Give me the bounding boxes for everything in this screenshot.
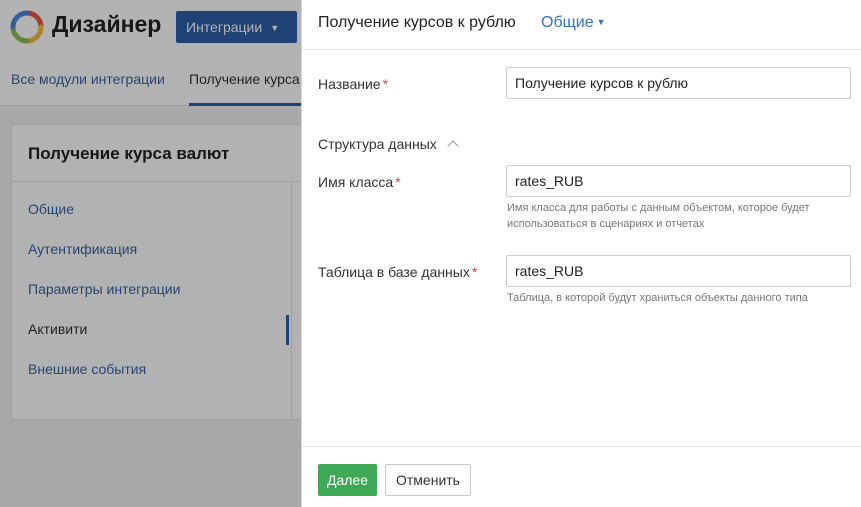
- name-input[interactable]: Получение курсов к рублю: [506, 67, 851, 99]
- class-name-hint: Имя класса для работы с данным объектом,…: [507, 202, 810, 230]
- next-button[interactable]: Далее: [318, 464, 377, 496]
- panel-mode-label: Общие: [541, 14, 594, 31]
- panel-footer: Далее Отменить: [302, 446, 861, 507]
- class-name-label-text: Имя класса: [318, 174, 394, 190]
- name-label-text: Название: [318, 76, 381, 92]
- data-structure-section-toggle[interactable]: Структура данных: [318, 136, 459, 152]
- required-mark: *: [471, 264, 478, 280]
- cancel-button[interactable]: Отменить: [385, 464, 471, 496]
- section-title: Структура данных: [318, 136, 437, 152]
- db-table-label: Таблица в базе данных *: [318, 264, 477, 280]
- panel-header: Получение курсов к рублю Общие ▼: [302, 0, 861, 50]
- class-name-label: Имя класса *: [318, 174, 401, 190]
- panel-mode-dropdown[interactable]: Общие ▼: [541, 14, 606, 32]
- name-label: Название *: [318, 76, 388, 92]
- caret-down-icon: ▼: [596, 17, 606, 27]
- chevron-up-icon: [447, 140, 459, 152]
- panel-title: Получение курсов к рублю: [318, 14, 516, 31]
- required-mark: *: [382, 76, 389, 92]
- side-panel: Получение курсов к рублю Общие ▼ Название…: [301, 0, 861, 507]
- db-table-input[interactable]: rates_RUB: [506, 255, 851, 287]
- db-table-hint: Таблица, в которой будут храниться объек…: [507, 292, 808, 304]
- db-table-label-text: Таблица в базе данных: [318, 264, 470, 280]
- required-mark: *: [395, 174, 401, 190]
- class-name-input[interactable]: rates_RUB: [506, 165, 851, 197]
